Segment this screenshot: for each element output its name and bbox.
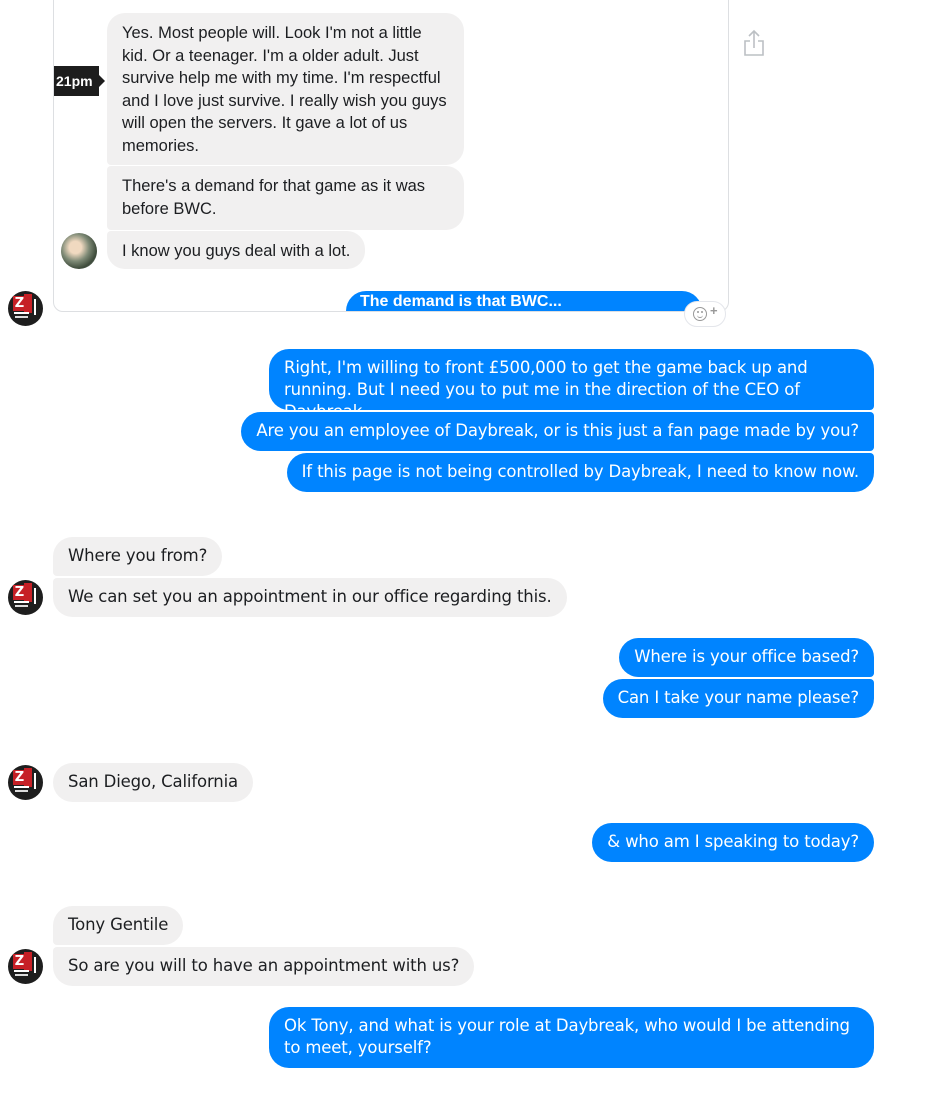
incoming-message[interactable]: We can set you an appointment in our off… bbox=[53, 578, 567, 617]
embedded-message: Yes. Most people will. Look I'm not a li… bbox=[107, 13, 464, 165]
outgoing-message[interactable]: & who am I speaking to today? bbox=[592, 823, 874, 862]
page-avatar[interactable]: Z bbox=[8, 949, 43, 984]
embedded-screenshot: 21pm Yes. Most people will. Look I'm not… bbox=[53, 0, 729, 312]
embedded-avatar bbox=[61, 233, 97, 269]
incoming-message[interactable]: Where you from? bbox=[53, 537, 223, 576]
share-icon[interactable] bbox=[742, 28, 766, 58]
outgoing-message[interactable]: Where is your office based? bbox=[619, 638, 874, 677]
embedded-message: There's a demand for that game as it was… bbox=[107, 166, 464, 230]
incoming-message[interactable]: San Diego, California bbox=[53, 763, 253, 802]
incoming-message[interactable]: So are you will to have an appointment w… bbox=[53, 947, 475, 986]
tooltip-arrow bbox=[99, 75, 105, 87]
timestamp-tooltip: 21pm bbox=[54, 66, 99, 96]
outgoing-message[interactable]: Right, I'm willing to front £500,000 to … bbox=[269, 349, 874, 421]
smiley-icon bbox=[693, 307, 707, 321]
outgoing-message[interactable]: If this page is not being controlled by … bbox=[286, 453, 874, 492]
page-avatar[interactable]: Z bbox=[8, 765, 43, 800]
outgoing-message[interactable]: Are you an employee of Daybreak, or is t… bbox=[241, 412, 874, 451]
outgoing-message[interactable]: Ok Tony, and what is your role at Daybre… bbox=[269, 1007, 874, 1068]
embedded-message: I know you guys deal with a lot. bbox=[107, 231, 366, 269]
page-avatar[interactable]: Z bbox=[8, 291, 43, 326]
page-avatar[interactable]: Z bbox=[8, 580, 43, 615]
add-reaction-icon[interactable]: + bbox=[684, 301, 726, 327]
outgoing-message[interactable]: Can I take your name please? bbox=[602, 679, 874, 718]
incoming-message[interactable]: Tony Gentile bbox=[53, 906, 184, 945]
embedded-outgoing-cutoff: The demand is that BWC... bbox=[346, 291, 702, 311]
embedded-outgoing-text: The demand is that BWC... bbox=[360, 293, 562, 310]
plus-icon: + bbox=[710, 303, 718, 318]
